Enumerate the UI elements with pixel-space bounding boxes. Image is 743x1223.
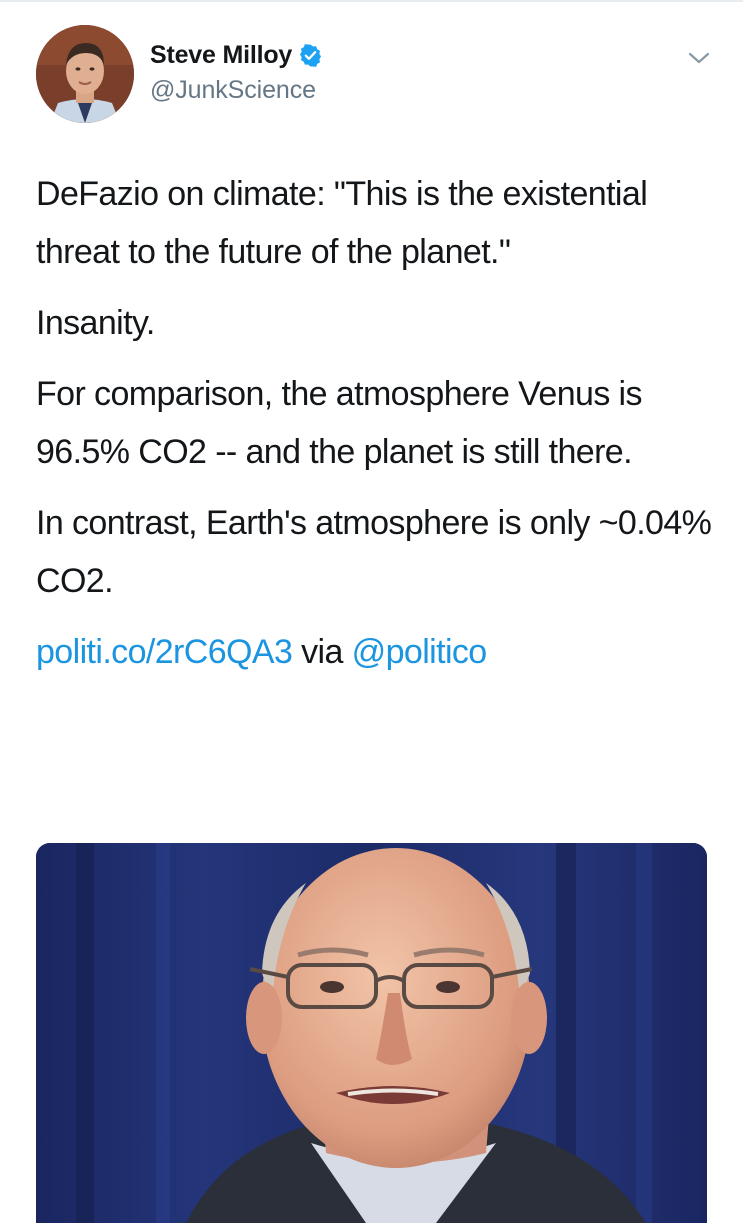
- display-name[interactable]: Steve Milloy: [150, 41, 292, 70]
- avatar[interactable]: [36, 25, 134, 123]
- tweet-paragraph: In contrast, Earth's atmosphere is only …: [36, 504, 712, 600]
- link-line: politi.co/2rC6QA3 via @politico: [36, 623, 726, 681]
- profile-photo-icon: [36, 25, 134, 123]
- photo-image: [36, 843, 707, 1223]
- media-photo[interactable]: [36, 843, 707, 1223]
- handle[interactable]: @JunkScience: [150, 76, 323, 105]
- tweet: Steve Milloy @JunkScience DeFazio on cli…: [0, 0, 743, 1223]
- tweet-paragraph: Insanity.: [36, 304, 155, 342]
- verified-badge-icon: [298, 43, 323, 68]
- tweet-text: DeFazio on climate: "This is the existen…: [36, 165, 726, 694]
- chevron-down-icon[interactable]: [686, 48, 712, 68]
- via-label: via: [301, 633, 343, 671]
- tweet-paragraph: DeFazio on climate: "This is the existen…: [36, 175, 648, 271]
- article-link[interactable]: politi.co/2rC6QA3: [36, 633, 293, 671]
- politico-mention-link[interactable]: @politico: [352, 633, 488, 671]
- author-block[interactable]: Steve Milloy @JunkScience: [150, 38, 323, 105]
- tweet-paragraph: For comparison, the atmosphere Venus is …: [36, 375, 643, 471]
- name-row: Steve Milloy: [150, 38, 323, 72]
